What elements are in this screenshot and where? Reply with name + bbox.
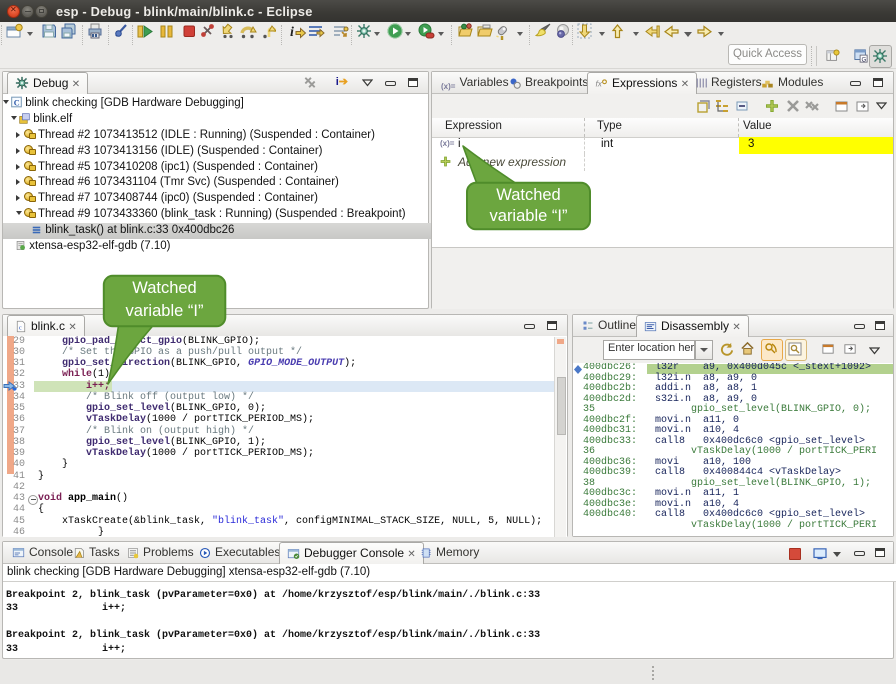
svg-text:c: c xyxy=(19,325,22,332)
svg-text:fx: fx xyxy=(596,79,603,88)
svg-text:G: G xyxy=(861,56,866,63)
svg-text:C: C xyxy=(14,98,20,107)
svg-text:i: i xyxy=(290,25,294,40)
